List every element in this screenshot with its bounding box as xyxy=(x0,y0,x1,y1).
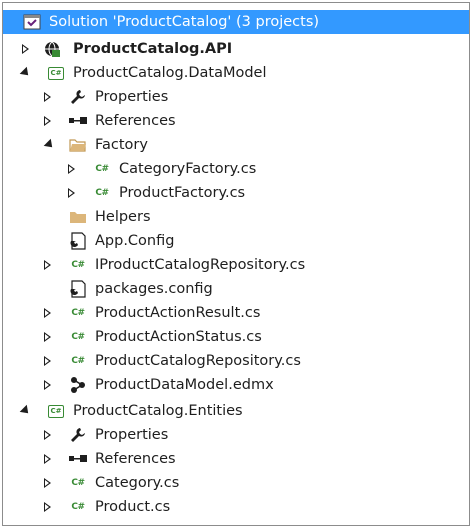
csharp-file-icon: C# xyxy=(71,260,85,270)
tree-item-categoryfactory[interactable]: C# CategoryFactory.cs xyxy=(3,157,469,181)
csharp-file-icon: C# xyxy=(71,502,85,512)
tree-item-label: Properties xyxy=(95,89,169,105)
tree-item-label: Helpers xyxy=(95,209,151,225)
expand-arrow-expanded-icon[interactable] xyxy=(19,66,32,79)
tree-item-references[interactable]: References xyxy=(3,447,469,471)
project-node-api[interactable]: ProductCatalog.API xyxy=(3,37,469,61)
csharp-file-icon: C# xyxy=(95,164,109,174)
expand-arrow-collapsed-icon[interactable] xyxy=(65,187,77,199)
expand-arrow-collapsed-icon[interactable] xyxy=(19,43,31,55)
csharp-project-icon: C# xyxy=(47,64,65,82)
tree-item-productactionresult[interactable]: C# ProductActionResult.cs xyxy=(3,301,469,325)
project-label-datamodel: ProductCatalog.DataModel xyxy=(73,65,267,81)
tree-item-label: Factory xyxy=(95,137,148,153)
expand-arrow-collapsed-icon[interactable] xyxy=(41,379,53,391)
csharp-project-icon: C# xyxy=(47,402,65,420)
references-icon xyxy=(69,112,87,130)
folder-icon xyxy=(69,208,87,226)
expand-arrow-collapsed-icon[interactable] xyxy=(41,331,53,343)
expand-arrow-collapsed-icon[interactable] xyxy=(41,501,53,513)
tree-item-label: packages.config xyxy=(95,281,213,297)
expand-arrow-expanded-icon[interactable] xyxy=(43,138,56,151)
tree-item-app-config[interactable]: App.Config xyxy=(3,229,469,253)
project-node-entities[interactable]: C# ProductCatalog.Entities xyxy=(3,399,469,423)
expand-arrow-collapsed-icon[interactable] xyxy=(41,429,53,441)
tree-item-productdatamodel-edmx[interactable]: ProductDataModel.edmx xyxy=(3,373,469,397)
tree-item-iproductcatalogrepository[interactable]: C# IProductCatalogRepository.cs xyxy=(3,253,469,277)
csharp-file-icon: C# xyxy=(71,332,85,342)
tree-item-label: References xyxy=(95,113,176,129)
config-file-icon xyxy=(69,232,87,250)
tree-item-label: Category.cs xyxy=(95,475,180,491)
tree-item-productfactory[interactable]: C# ProductFactory.cs xyxy=(3,181,469,205)
tree-item-label: IProductCatalogRepository.cs xyxy=(95,257,306,273)
wrench-icon xyxy=(69,88,87,106)
tree-item-label: Product.cs xyxy=(95,499,171,515)
expand-arrow-collapsed-icon[interactable] xyxy=(41,115,53,127)
expand-arrow-collapsed-icon[interactable] xyxy=(41,453,53,465)
tree-item-helpers-folder[interactable]: Helpers xyxy=(3,205,469,229)
csharp-file-icon: C# xyxy=(71,478,85,488)
web-project-icon xyxy=(43,40,61,58)
solution-explorer: Solution 'ProductCatalog' (3 projects) P… xyxy=(2,2,470,526)
project-label-api: ProductCatalog.API xyxy=(73,41,233,57)
tree-item-label: ProductActionStatus.cs xyxy=(95,329,262,345)
tree-item-label: ProductDataModel.edmx xyxy=(95,377,274,393)
tree-item-productactionstatus[interactable]: C# ProductActionStatus.cs xyxy=(3,325,469,349)
expand-arrow-collapsed-icon[interactable] xyxy=(41,91,53,103)
solution-node[interactable]: Solution 'ProductCatalog' (3 projects) xyxy=(3,10,469,34)
tree-item-properties[interactable]: Properties xyxy=(3,423,469,447)
expand-arrow-collapsed-icon[interactable] xyxy=(41,477,53,489)
tree-item-productcatalogrepository[interactable]: C# ProductCatalogRepository.cs xyxy=(3,349,469,373)
solution-label: Solution 'ProductCatalog' (3 projects) xyxy=(49,14,320,30)
entity-model-icon xyxy=(69,376,87,394)
tree-item-packages-config[interactable]: packages.config xyxy=(3,277,469,301)
project-label-entities: ProductCatalog.Entities xyxy=(73,403,243,419)
config-file-icon xyxy=(69,280,87,298)
tree-item-factory-folder[interactable]: Factory xyxy=(3,133,469,157)
tree-item-label: Properties xyxy=(95,427,169,443)
csharp-file-icon: C# xyxy=(71,308,85,318)
tree-item-label: App.Config xyxy=(95,233,175,249)
tree-item-references[interactable]: References xyxy=(3,109,469,133)
csharp-file-icon: C# xyxy=(71,356,85,366)
tree-item-label: ProductCatalogRepository.cs xyxy=(95,353,301,369)
expand-arrow-collapsed-icon[interactable] xyxy=(41,307,53,319)
csharp-file-icon: C# xyxy=(95,188,109,198)
tree-item-properties[interactable]: Properties xyxy=(3,85,469,109)
expand-arrow-collapsed-icon[interactable] xyxy=(41,259,53,271)
tree-item-label: CategoryFactory.cs xyxy=(119,161,257,177)
project-node-datamodel[interactable]: C# ProductCatalog.DataModel xyxy=(3,61,469,85)
tree-item-label: ProductFactory.cs xyxy=(119,185,246,201)
expand-arrow-expanded-icon[interactable] xyxy=(19,404,32,417)
tree-item-label: References xyxy=(95,451,176,467)
visual-studio-solution-icon xyxy=(23,13,41,31)
tree-item-category[interactable]: C# Category.cs xyxy=(3,471,469,495)
expand-arrow-collapsed-icon[interactable] xyxy=(65,163,77,175)
tree-item-product[interactable]: C# Product.cs xyxy=(3,495,469,519)
tree-item-label: ProductActionResult.cs xyxy=(95,305,261,321)
references-icon xyxy=(69,450,87,468)
expand-arrow-collapsed-icon[interactable] xyxy=(41,355,53,367)
open-folder-icon xyxy=(69,136,87,154)
wrench-icon xyxy=(69,426,87,444)
